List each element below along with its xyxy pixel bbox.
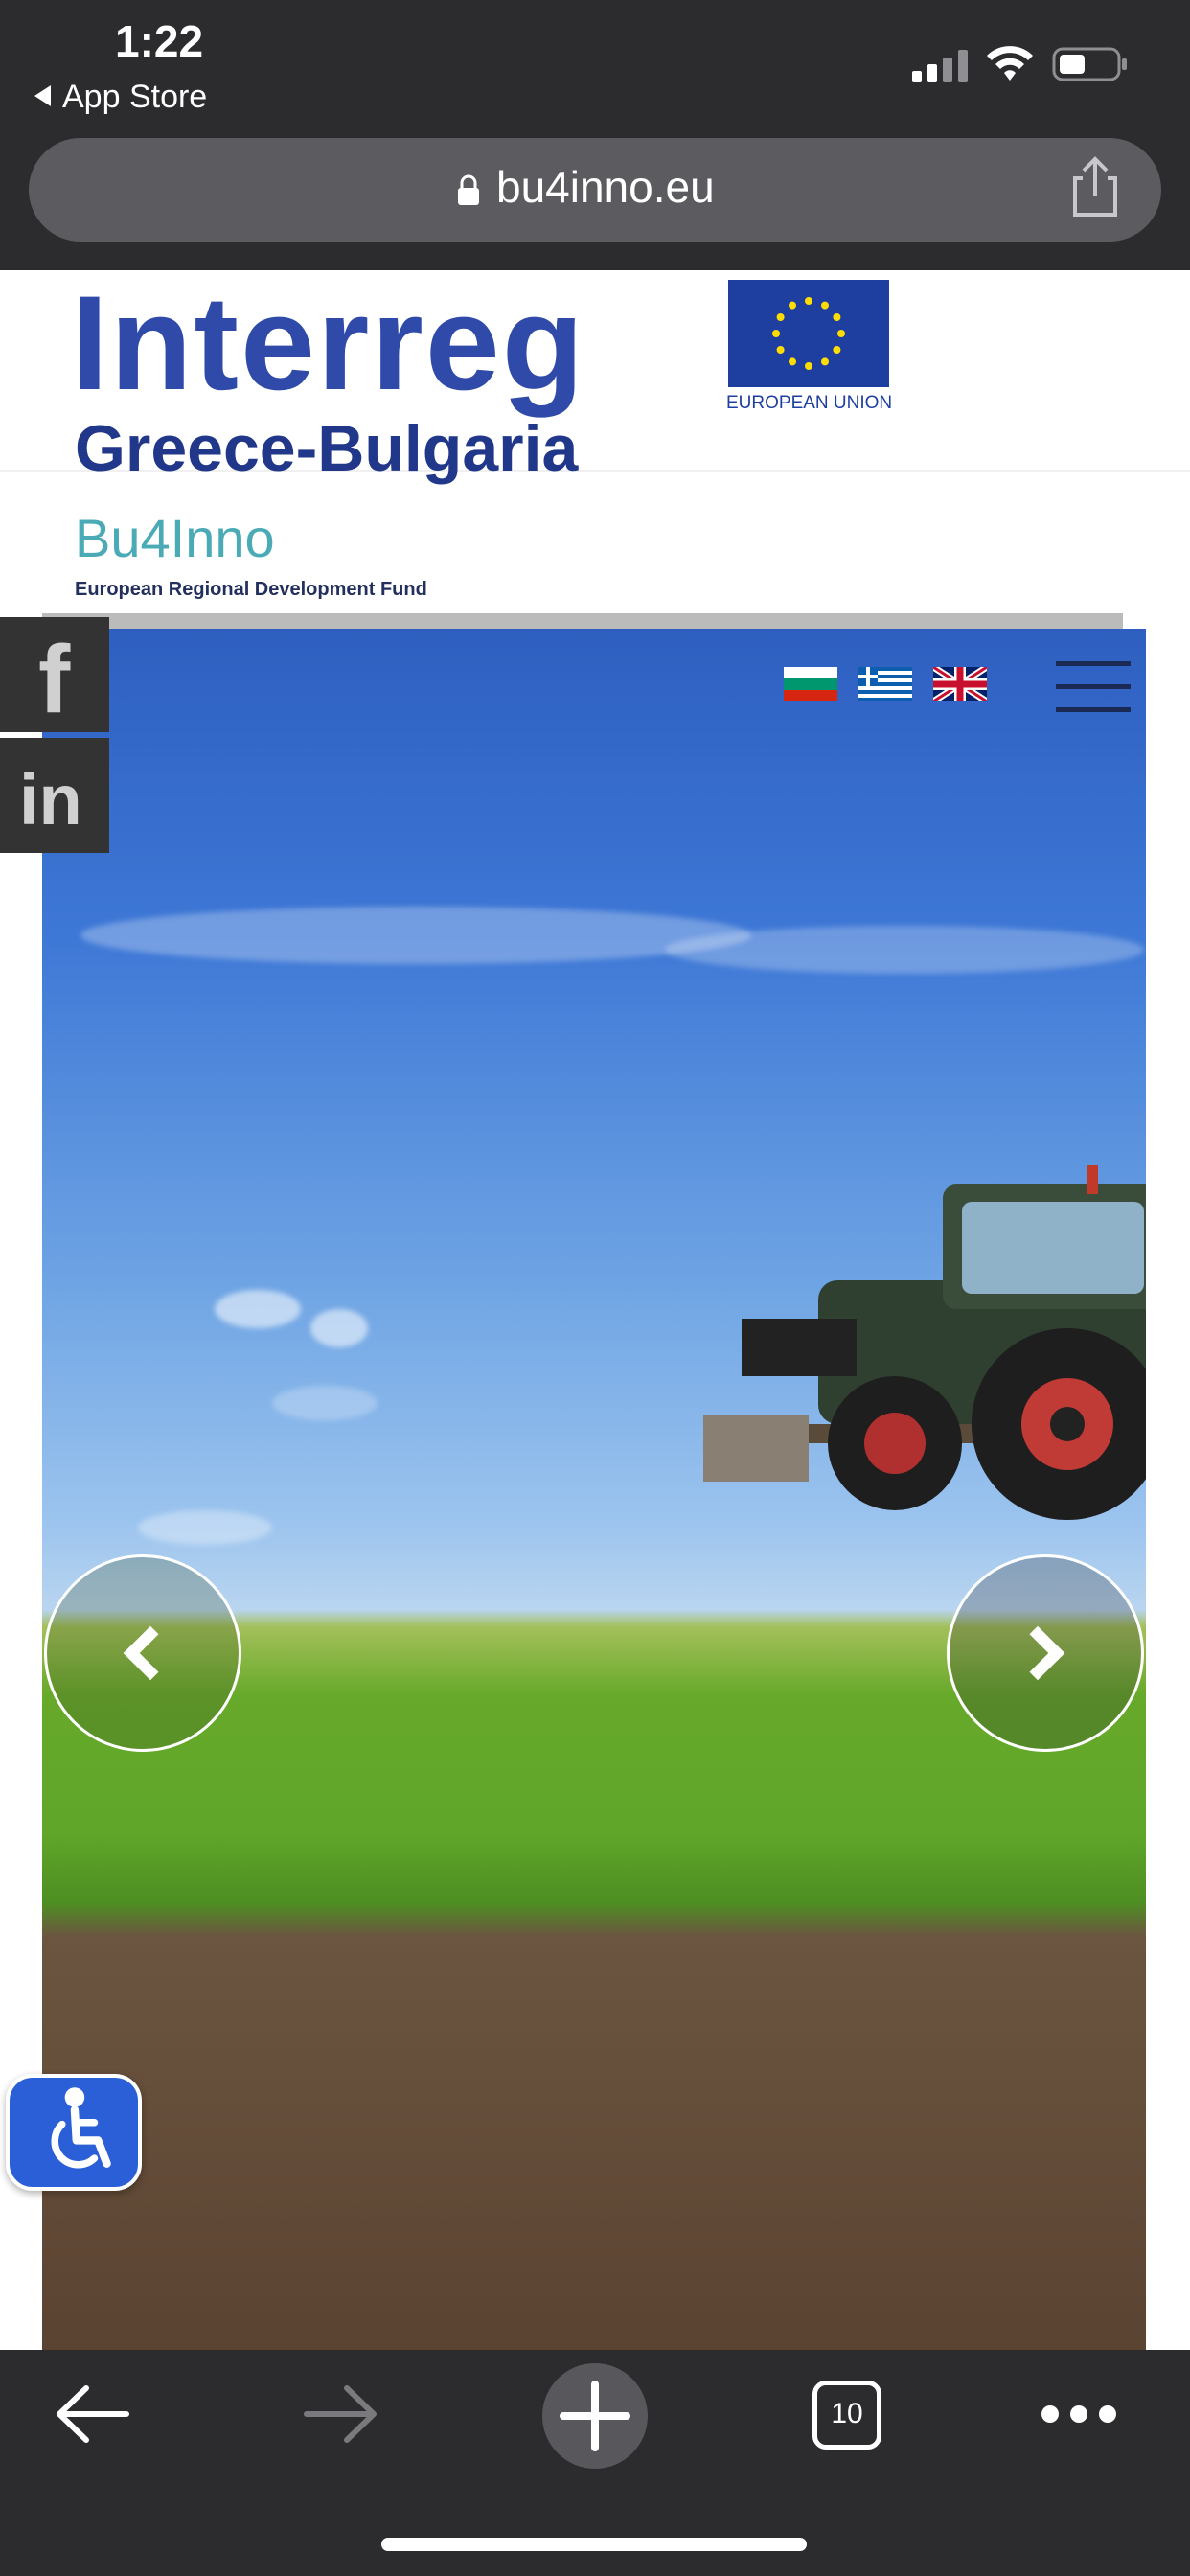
eu-star-icon [805,297,812,305]
more-dots-icon[interactable] [1039,2400,1119,2428]
uk-flag-icon[interactable] [933,667,987,702]
battery-icon [1052,47,1127,81]
logo-project-name[interactable]: Bu4Inno [75,512,275,565]
cloud [215,1290,301,1328]
eu-star-icon [821,357,829,366]
share-icon[interactable] [1065,155,1125,218]
eu-star-icon [789,357,796,366]
back-arrow-icon[interactable] [54,2380,130,2448]
cloud [272,1386,378,1420]
eu-star-icon [833,346,841,354]
plus-icon [560,2380,630,2451]
status-time: 1:22 [115,16,204,66]
cloud [80,907,751,964]
eu-star-icon [821,301,829,310]
wheelchair-icon [51,2087,111,2169]
eu-flag-icon [728,280,889,387]
home-indicator [381,2538,807,2551]
logo-region-name[interactable]: Greece-Bulgaria [75,416,578,481]
menu-line [1056,684,1131,689]
eu-star-icon [805,362,812,370]
lock-icon [458,174,479,205]
cloud [310,1309,368,1347]
tabs-button[interactable]: 10 [812,2380,881,2450]
url-text[interactable]: bu4inno.eu [496,161,715,213]
eu-star-icon [789,301,796,310]
menu-line [1056,661,1131,666]
eu-star-icon [776,313,785,321]
new-tab-button[interactable] [542,2363,648,2469]
eu-star-icon [776,346,785,354]
bg-flag-icon[interactable] [784,667,837,702]
slider-next-button[interactable] [947,1554,1144,1752]
hero-slider-image [42,629,1146,2350]
menu-line [1056,707,1131,712]
wifi-icon [987,46,1033,80]
eu-star-icon [837,330,845,337]
gr-flag-icon[interactable] [858,667,912,702]
eu-star-icon [833,313,841,321]
accessibility-button[interactable] [6,2074,142,2191]
eu-star-icon [772,330,780,337]
linkedin-icon: in [19,760,82,840]
cloud [138,1510,272,1545]
logo-program-name[interactable]: Interreg [71,276,585,410]
chevron-left-icon [123,1625,178,1681]
facebook-button[interactable]: f [0,617,109,733]
chevron-right-icon [1010,1625,1065,1681]
hamburger-menu-button[interactable] [1056,661,1131,712]
tabs-count: 10 [831,2398,863,2429]
eu-label: EUROPEAN UNION [726,393,893,413]
logo-fund-name: European Regional Development Fund [75,579,427,600]
facebook-icon: f [38,626,71,733]
slider-previous-button[interactable] [44,1554,241,1752]
cellular-signal-icon [912,50,968,82]
linkedin-button[interactable]: in [0,738,109,853]
cloud [665,926,1144,974]
back-app-label: App Store [62,79,208,115]
back-to-app-link[interactable]: App Store [34,79,207,116]
tractor-image [703,1165,1146,1520]
back-triangle-icon [34,85,51,107]
forward-arrow-icon[interactable] [303,2380,379,2448]
